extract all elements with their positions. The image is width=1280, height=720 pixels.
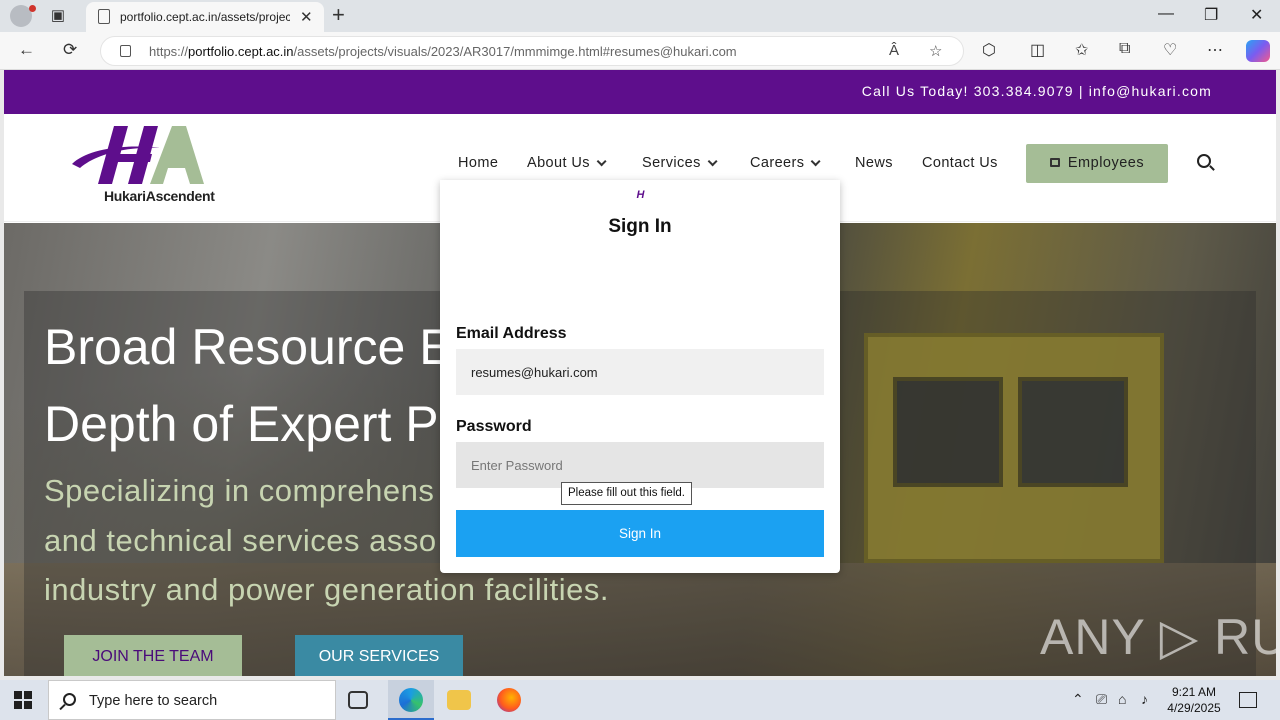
network-icon[interactable]: ⌂ <box>1118 691 1126 707</box>
device-icon[interactable]: ⎚ <box>1096 691 1107 708</box>
extensions-icon[interactable]: ⬡ <box>982 40 996 60</box>
search-icon <box>63 693 76 706</box>
close-tab-icon[interactable]: ✕ <box>300 8 313 26</box>
window-close-icon[interactable]: ✕ <box>1250 5 1263 25</box>
chevron-up-icon[interactable]: ⌃ <box>1072 691 1084 708</box>
anyrun-watermark: ANY ▷ RUN <box>1040 609 1276 665</box>
split-screen-icon[interactable]: ◫ <box>1030 40 1045 60</box>
sign-in-button[interactable]: Sign In <box>456 510 824 557</box>
page-icon <box>98 9 110 24</box>
modal-title: Sign In <box>608 216 672 237</box>
search-icon[interactable] <box>1197 154 1211 168</box>
firefox-icon[interactable] <box>497 688 521 712</box>
browser-tab[interactable]: portfolio.cept.ac.in/assets/projec ✕ <box>86 2 324 32</box>
favorite-star-icon[interactable]: ☆ <box>929 42 942 60</box>
validation-tooltip: Please fill out this field. <box>561 482 692 505</box>
performance-icon[interactable]: ♡ <box>1163 40 1177 60</box>
nav-news[interactable]: News <box>855 155 893 171</box>
url-text: https://portfolio.cept.ac.in/assets/proj… <box>149 44 737 59</box>
clock-date: 4/29/2025 <box>1167 701 1221 715</box>
windows-taskbar: Type here to search ⌃ ⎚ ⌂ ♪ 9:21 AM 4/29… <box>0 680 1280 720</box>
minimize-icon[interactable]: — <box>1158 5 1174 23</box>
more-icon[interactable]: ⋯ <box>1207 40 1223 60</box>
taskbar-edge-active[interactable] <box>388 680 434 720</box>
hero-headline-line-2: Depth of Expert P <box>44 396 439 452</box>
file-explorer-icon[interactable] <box>447 690 471 710</box>
hero-subtitle-line-1: Specializing in comprehens <box>44 473 435 508</box>
site-logo[interactable]: HukariAscendent <box>68 124 215 204</box>
profile-icon[interactable] <box>10 5 36 27</box>
favorites-icon[interactable]: ✩ <box>1075 40 1088 60</box>
reload-icon[interactable]: ⟳ <box>63 40 77 60</box>
task-view-icon[interactable] <box>348 691 368 709</box>
lock-icon <box>1049 158 1060 167</box>
hero-subtitle-line-3: industry and power generation facilities… <box>44 572 610 607</box>
logo-mark-icon <box>72 126 204 184</box>
nav-services[interactable]: Services <box>642 155 718 171</box>
password-label: Password <box>456 418 532 435</box>
clock-time: 9:21 AM <box>1171 685 1217 699</box>
contact-info[interactable]: Call Us Today! 303.384.9079 | info@hukar… <box>862 83 1212 99</box>
collections-icon[interactable]: ⧉ <box>1119 40 1130 58</box>
tab-actions-icon[interactable]: ▣ <box>48 7 68 25</box>
copilot-icon[interactable] <box>1246 40 1270 62</box>
taskbar-clock[interactable]: 9:21 AM 4/29/2025 <box>1160 684 1228 716</box>
nav-home[interactable]: Home <box>458 155 498 171</box>
our-services-button[interactable]: OUR SERVICES <box>295 635 463 676</box>
hero-headline-line-1: Broad Resource E <box>44 319 453 375</box>
tab-title: portfolio.cept.ac.in/assets/projec <box>120 10 290 24</box>
read-aloud-icon[interactable]: Â <box>889 42 899 59</box>
volume-icon[interactable]: ♪ <box>1141 691 1148 707</box>
notifications-icon[interactable] <box>1239 692 1257 708</box>
windows-start-icon[interactable] <box>14 691 32 709</box>
restore-icon[interactable]: ❐ <box>1204 5 1218 25</box>
chevron-down-icon <box>707 156 718 167</box>
modal-logo-icon: H <box>636 189 645 201</box>
lock-icon[interactable] <box>120 45 131 57</box>
contact-topbar: Call Us Today! 303.384.9079 | info@hukar… <box>4 70 1276 114</box>
employees-button[interactable]: Employees <box>1026 144 1168 183</box>
email-field[interactable] <box>456 349 824 395</box>
sign-in-modal: H Sign In Email Address Password Please … <box>440 180 840 573</box>
email-label: Email Address <box>456 325 567 342</box>
new-tab-icon[interactable]: + <box>332 4 345 26</box>
address-bar[interactable]: https://portfolio.cept.ac.in/assets/proj… <box>100 36 964 66</box>
brand-name: HukariAscendent <box>104 188 215 204</box>
back-icon[interactable]: ← <box>18 40 35 60</box>
hero-subtitle-line-2: and technical services asso <box>44 523 437 558</box>
chevron-down-icon <box>596 156 607 167</box>
browser-tab-strip: ▣ portfolio.cept.ac.in/assets/projec ✕ +… <box>0 0 1280 32</box>
browser-toolbar: ← ⟳ https://portfolio.cept.ac.in/assets/… <box>0 32 1280 70</box>
edge-icon <box>399 688 423 712</box>
nav-contact[interactable]: Contact Us <box>922 155 998 171</box>
join-the-team-button[interactable]: JOIN THE TEAM <box>64 635 242 676</box>
chevron-down-icon <box>811 156 821 167</box>
taskbar-search[interactable]: Type here to search <box>48 680 336 720</box>
taskbar-search-placeholder: Type here to search <box>89 693 218 709</box>
nav-about[interactable]: About Us <box>527 155 607 171</box>
nav-careers[interactable]: Careers <box>750 155 821 171</box>
